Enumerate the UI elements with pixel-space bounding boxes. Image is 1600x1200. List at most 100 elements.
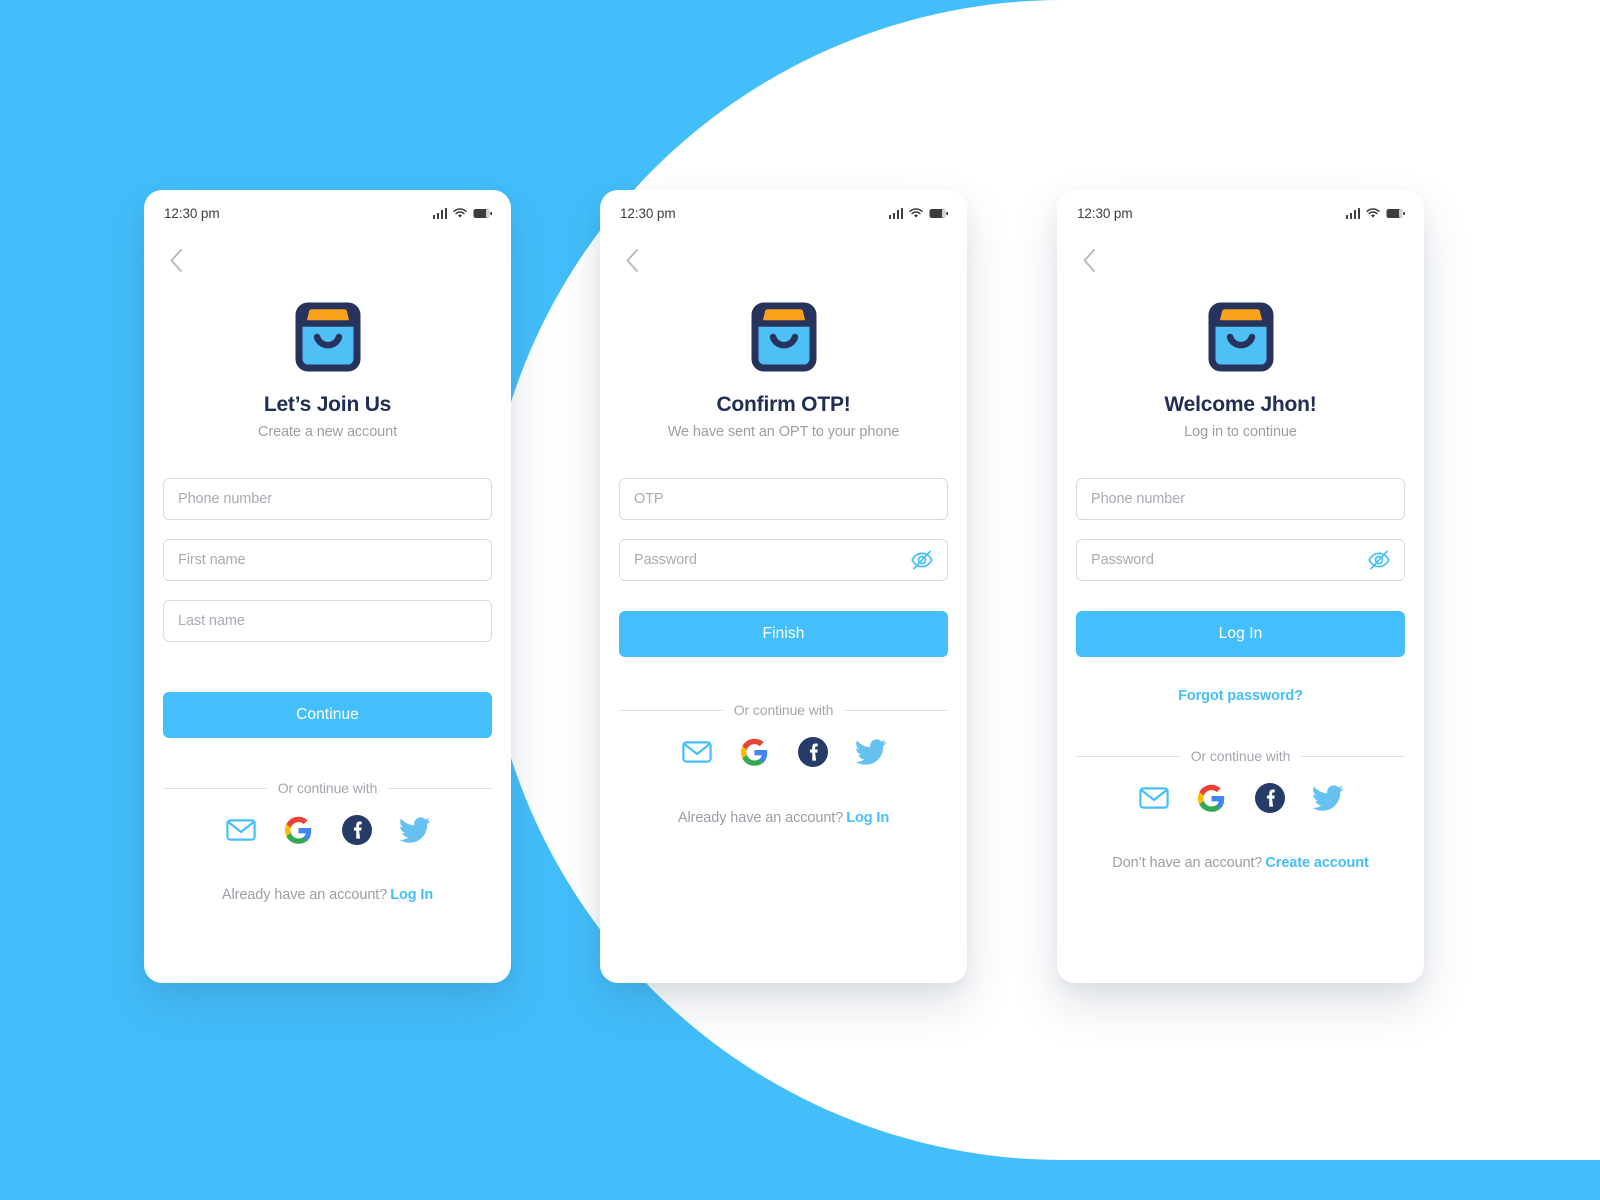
divider-rule-left bbox=[619, 709, 723, 711]
phone-screen-confirm-otp: 12:30 pm Confirm OTP! We have sent an OP… bbox=[600, 190, 967, 983]
footer-prompt-text: Already have an account? bbox=[221, 887, 388, 903]
social-login-row bbox=[163, 813, 492, 847]
signup-footer-prompt: Already have an account? Log In bbox=[163, 887, 492, 903]
status-time: 12:30 pm bbox=[1077, 205, 1133, 221]
heading-block: Confirm OTP! We have sent an OPT to your… bbox=[600, 393, 967, 440]
otp-form: OTP Password bbox=[619, 478, 948, 600]
status-icons bbox=[432, 207, 492, 219]
page-subtitle: Create a new account bbox=[257, 424, 398, 440]
divider-rule-right bbox=[1301, 755, 1405, 757]
social-facebook-button[interactable] bbox=[796, 735, 830, 769]
otp-footer-prompt: Already have an account? Log In bbox=[619, 810, 948, 826]
back-button[interactable] bbox=[1073, 244, 1105, 276]
first-name-placeholder: First name bbox=[178, 552, 246, 568]
divider-label: Or continue with bbox=[1190, 748, 1291, 764]
status-icons bbox=[1345, 207, 1405, 219]
signal-bars-icon bbox=[888, 207, 903, 219]
social-email-button[interactable] bbox=[224, 813, 258, 847]
toggle-password-visibility-button[interactable] bbox=[909, 547, 935, 573]
twitter-icon bbox=[1312, 784, 1343, 811]
social-facebook-button[interactable] bbox=[1253, 781, 1287, 815]
battery-icon bbox=[1386, 208, 1405, 219]
social-google-button[interactable] bbox=[282, 813, 316, 847]
google-icon bbox=[284, 816, 312, 844]
social-twitter-button[interactable] bbox=[398, 813, 432, 847]
page-title: Confirm OTP! bbox=[716, 393, 851, 416]
page-subtitle: Log in to continue bbox=[1184, 424, 1297, 440]
divider-label: Or continue with bbox=[277, 780, 378, 796]
divider-or-continue-with: Or continue with bbox=[1076, 748, 1405, 764]
forgot-password-link[interactable]: Forgot password? bbox=[1076, 688, 1405, 704]
password-placeholder: Password bbox=[1091, 552, 1154, 568]
heading-block: Welcome Jhon! Log in to continue bbox=[1057, 393, 1424, 440]
twitter-icon bbox=[399, 816, 430, 843]
social-google-button[interactable] bbox=[1195, 781, 1229, 815]
social-login-row bbox=[1076, 781, 1405, 815]
social-google-button[interactable] bbox=[738, 735, 772, 769]
social-email-button[interactable] bbox=[680, 735, 714, 769]
password-placeholder: Password bbox=[634, 552, 697, 568]
divider-rule-right bbox=[844, 709, 948, 711]
login-form: Phone number Password bbox=[1076, 478, 1405, 600]
shopping-bag-logo-icon bbox=[1208, 302, 1273, 372]
app-canvas: 12:30 pm Let’s Join Us Create a new acco… bbox=[0, 0, 1600, 1200]
wifi-icon bbox=[1366, 207, 1380, 219]
eye-off-icon bbox=[1368, 550, 1390, 570]
twitter-icon bbox=[855, 738, 886, 765]
back-button[interactable] bbox=[160, 244, 192, 276]
social-facebook-button[interactable] bbox=[340, 813, 374, 847]
facebook-icon bbox=[1254, 783, 1285, 813]
phone-number-field[interactable]: Phone number bbox=[163, 478, 492, 520]
status-bar: 12:30 pm bbox=[1057, 202, 1424, 224]
first-name-field[interactable]: First name bbox=[163, 539, 492, 581]
social-twitter-button[interactable] bbox=[1311, 781, 1345, 815]
last-name-field[interactable]: Last name bbox=[163, 600, 492, 642]
page-title: Let’s Join Us bbox=[263, 393, 392, 416]
continue-button-wrap: Continue bbox=[163, 692, 492, 738]
password-field[interactable]: Password bbox=[1076, 539, 1405, 581]
eye-off-icon bbox=[911, 550, 933, 570]
divider-rule-left bbox=[1076, 755, 1180, 757]
create-account-link[interactable]: Create account bbox=[1265, 855, 1368, 871]
toggle-password-visibility-button[interactable] bbox=[1366, 547, 1392, 573]
login-link[interactable]: Log In bbox=[390, 887, 433, 903]
divider-or-continue-with: Or continue with bbox=[619, 702, 948, 718]
facebook-icon bbox=[797, 737, 828, 767]
chevron-left-icon bbox=[170, 248, 182, 272]
last-name-placeholder: Last name bbox=[178, 613, 245, 629]
divider-rule-right bbox=[388, 787, 492, 789]
shopping-bag-logo-icon bbox=[295, 302, 360, 372]
google-icon bbox=[740, 738, 768, 766]
password-field[interactable]: Password bbox=[619, 539, 948, 581]
phone-screen-signup: 12:30 pm Let’s Join Us Create a new acco… bbox=[144, 190, 511, 983]
login-link[interactable]: Log In bbox=[846, 810, 889, 826]
otp-placeholder: OTP bbox=[634, 491, 664, 507]
finish-button[interactable]: Finish bbox=[619, 611, 948, 657]
signal-bars-icon bbox=[432, 207, 447, 219]
otp-field[interactable]: OTP bbox=[619, 478, 948, 520]
login-button[interactable]: Log In bbox=[1076, 611, 1405, 657]
app-logo bbox=[600, 302, 967, 372]
phone-number-field[interactable]: Phone number bbox=[1076, 478, 1405, 520]
app-logo bbox=[144, 302, 511, 372]
social-login-row bbox=[619, 735, 948, 769]
facebook-icon bbox=[341, 815, 372, 845]
wifi-icon bbox=[453, 207, 467, 219]
footer-prompt-text: Already have an account? bbox=[677, 810, 844, 826]
email-icon bbox=[1138, 787, 1169, 809]
back-button[interactable] bbox=[616, 244, 648, 276]
divider-label: Or continue with bbox=[733, 702, 834, 718]
wifi-icon bbox=[909, 207, 923, 219]
social-twitter-button[interactable] bbox=[854, 735, 888, 769]
shopping-bag-logo-icon bbox=[751, 302, 816, 372]
divider-or-continue-with: Or continue with bbox=[163, 780, 492, 796]
continue-button[interactable]: Continue bbox=[163, 692, 492, 738]
battery-icon bbox=[473, 208, 492, 219]
social-email-button[interactable] bbox=[1137, 781, 1171, 815]
divider-rule-left bbox=[163, 787, 267, 789]
signup-form: Phone number First name Last name bbox=[163, 478, 492, 661]
status-time: 12:30 pm bbox=[164, 205, 220, 221]
battery-icon bbox=[929, 208, 948, 219]
phone-screen-login: 12:30 pm Welcome Jhon! Log in to continu… bbox=[1057, 190, 1424, 983]
page-subtitle: We have sent an OPT to your phone bbox=[667, 424, 900, 440]
